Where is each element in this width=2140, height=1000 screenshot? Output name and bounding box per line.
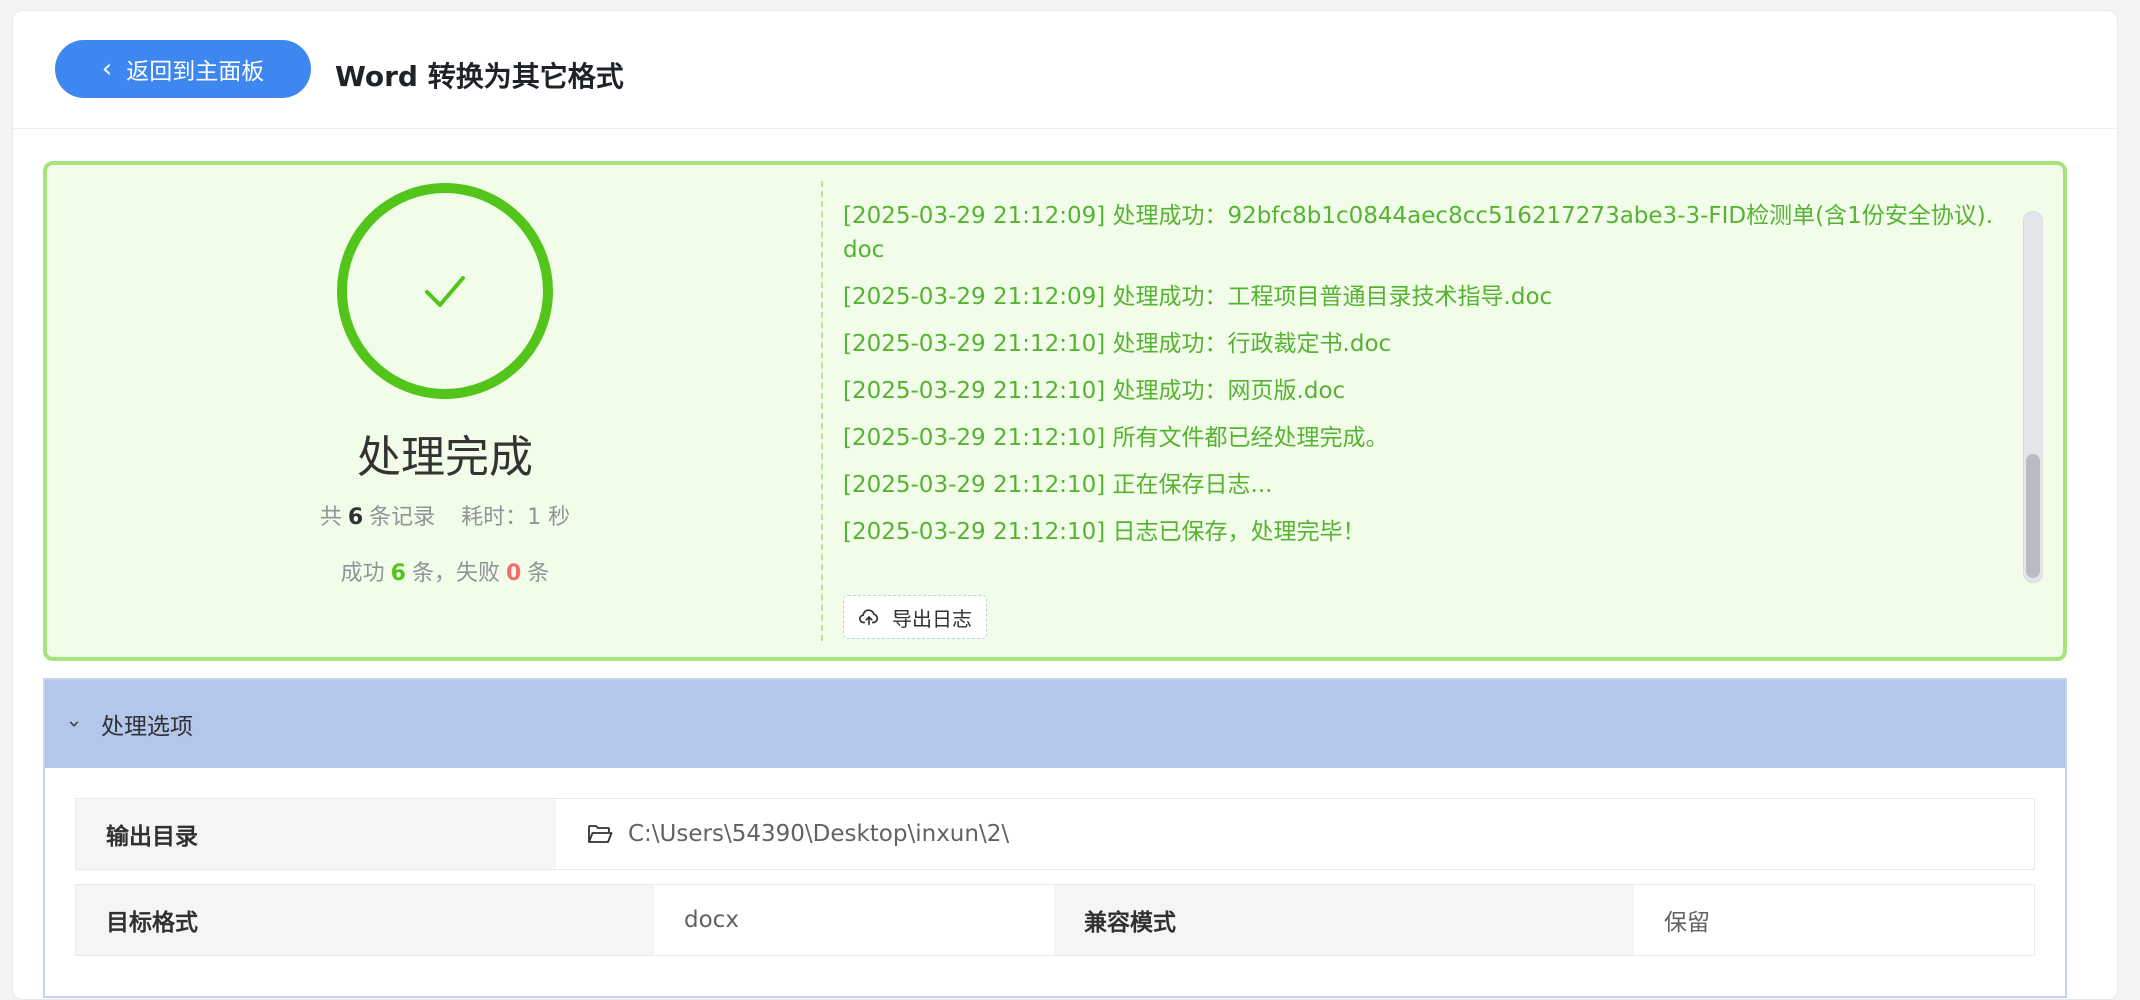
fail-count: 0 bbox=[506, 561, 522, 586]
options-panel: › 处理选项 输出目录 C:\Users\54390\Desktop\inxun… bbox=[43, 678, 2067, 998]
log-line: [2025-03-29 21:12:09] 处理成功：工程项目普通目录技术指导.… bbox=[843, 284, 1553, 310]
compat-mode-label: 兼容模式 bbox=[1054, 885, 1634, 955]
fail-suffix: 条 bbox=[527, 561, 550, 586]
compat-mode-value: 保留 bbox=[1634, 885, 2034, 955]
record-summary: 共 6 条记录 耗时：1 秒 bbox=[47, 499, 843, 531]
options-section-title: 处理选项 bbox=[101, 714, 193, 740]
export-log-button[interactable]: 导出日志 bbox=[843, 595, 987, 639]
options-table: 输出目录 C:\Users\54390\Desktop\inxun\2\ 目标格… bbox=[75, 798, 2035, 970]
options-section-toggle[interactable]: › 处理选项 bbox=[45, 680, 2065, 768]
total-prefix: 共 bbox=[319, 505, 342, 530]
export-log-label: 导出日志 bbox=[892, 606, 972, 631]
success-prefix: 成功 bbox=[340, 561, 385, 586]
log-line: [2025-03-29 21:12:10] 日志已保存，处理完毕！ bbox=[843, 519, 1366, 545]
total-suffix: 条记录 bbox=[369, 505, 436, 530]
log-line: [2025-03-29 21:12:10] 处理成功：网页版.doc bbox=[843, 378, 1346, 404]
log-scrollbar[interactable] bbox=[2023, 211, 2043, 583]
success-count: 6 bbox=[390, 561, 406, 586]
status-summary: 处理完成 共 6 条记录 耗时：1 秒 成功 6 条，失败 0 条 bbox=[47, 165, 807, 657]
time-value: 1 秒 bbox=[527, 505, 571, 530]
success-suffix: 条，失败 bbox=[411, 561, 500, 586]
chevron-down-icon: › bbox=[63, 720, 87, 728]
result-panel: 处理完成 共 6 条记录 耗时：1 秒 成功 6 条，失败 0 条 [2025-03-29 2… bbox=[43, 161, 2067, 661]
back-to-dashboard-button[interactable]: ‹ 返回到主面板 bbox=[55, 40, 311, 98]
dashed-divider bbox=[821, 181, 823, 641]
output-dir-row: 输出目录 C:\Users\54390\Desktop\inxun\2\ bbox=[75, 798, 2035, 870]
total-count: 6 bbox=[347, 505, 364, 530]
success-check-icon bbox=[337, 183, 553, 399]
status-title: 处理完成 bbox=[357, 432, 533, 483]
folder-open-icon bbox=[588, 825, 613, 843]
log-line: [2025-03-29 21:12:10] 正在保存日志... bbox=[843, 472, 1273, 498]
target-format-value: docx bbox=[654, 885, 1054, 955]
cloud-upload-icon bbox=[859, 609, 879, 626]
page-title: Word 转换为其它格式 bbox=[335, 60, 624, 93]
target-format-label: 目标格式 bbox=[76, 885, 654, 955]
output-dir-label: 输出目录 bbox=[76, 799, 556, 869]
format-row: 目标格式 docx 兼容模式 保留 bbox=[75, 884, 2035, 956]
log-line: [2025-03-29 21:12:09] 处理成功：92bfc8b1c0844… bbox=[843, 203, 1994, 263]
header: ‹ 返回到主面板 Word 转换为其它格式 bbox=[13, 11, 2117, 129]
output-dir-value[interactable]: C:\Users\54390\Desktop\inxun\2\ bbox=[556, 799, 2034, 869]
output-dir-text: C:\Users\54390\Desktop\inxun\2\ bbox=[628, 821, 1010, 847]
success-fail-summary: 成功 6 条，失败 0 条 bbox=[47, 555, 843, 587]
chevron-left-icon: ‹ bbox=[101, 54, 113, 84]
log-line: [2025-03-29 21:12:10] 所有文件都已经处理完成。 bbox=[843, 425, 1389, 451]
log-list[interactable]: [2025-03-29 21:12:09] 处理成功：92bfc8b1c0844… bbox=[843, 199, 2003, 579]
scrollbar-thumb[interactable] bbox=[2026, 454, 2040, 578]
log-line: [2025-03-29 21:12:10] 处理成功：行政裁定书.doc bbox=[843, 331, 1392, 357]
time-label: 耗时： bbox=[461, 505, 528, 530]
back-button-label: 返回到主面板 bbox=[126, 59, 265, 85]
